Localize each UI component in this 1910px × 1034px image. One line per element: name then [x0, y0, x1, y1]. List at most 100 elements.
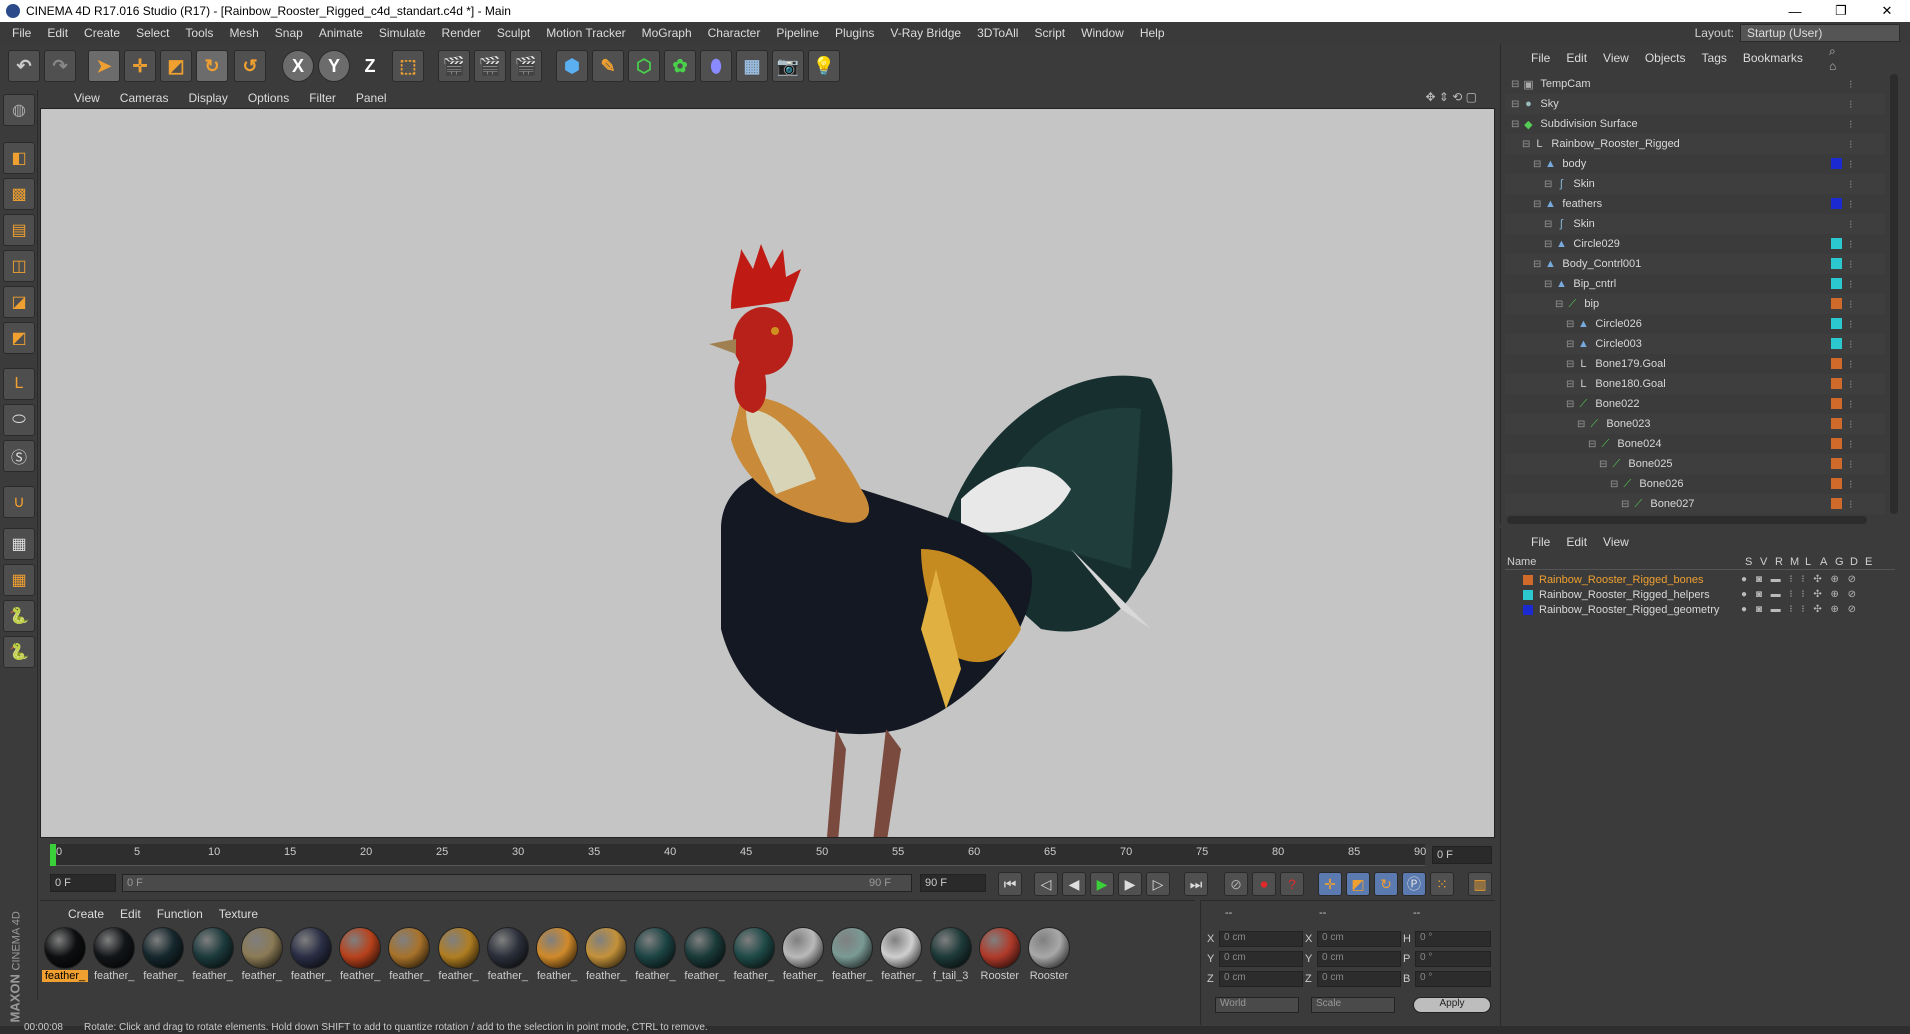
menu-render[interactable]: Render [434, 26, 489, 40]
layer-color-swatch[interactable] [1831, 378, 1842, 389]
menu-script[interactable]: Script [1026, 26, 1073, 40]
material-item[interactable]: feather_ [780, 927, 826, 982]
object-row[interactable]: ⊟ ʃ Skin ⁝ [1505, 174, 1885, 194]
material-menu-edit[interactable]: Edit [112, 907, 149, 921]
expand-toggle-icon[interactable]: ⊟ [1566, 319, 1574, 330]
visibility-dots-icon[interactable]: ⁝ [1849, 198, 1853, 211]
visibility-dots-icon[interactable]: ⁝ [1849, 218, 1853, 231]
prev-frame-button[interactable]: ◀ [1062, 872, 1086, 896]
autokey-button[interactable]: ⏺ [1252, 872, 1276, 896]
render-picture-viewer-button[interactable]: 🎬 [474, 50, 506, 82]
layer-row[interactable]: Rainbow_Rooster_Rigged_helpers ● ◙ ▬ ⁝ ⁝ … [1505, 587, 1885, 602]
object-name[interactable]: Bone023 [1606, 418, 1650, 430]
viewport-menu-display[interactable]: Display [178, 91, 237, 105]
coordinate-system-button[interactable]: ⬚ [392, 50, 424, 82]
object-row[interactable]: ⊟ ⟋ bip ⁝ [1505, 294, 1885, 314]
position-y-field[interactable]: 0 cm [1219, 951, 1303, 967]
expand-toggle-icon[interactable]: ⊟ [1566, 339, 1574, 350]
object-row[interactable]: ⊟ ⟋ Bone026 ⁝ [1505, 474, 1885, 494]
object-name[interactable]: Bone025 [1628, 458, 1672, 470]
layer-row[interactable]: Rainbow_Rooster_Rigged_bones ● ◙ ▬ ⁝ ⁝ ✣ … [1505, 572, 1885, 587]
menu-mograph[interactable]: MoGraph [634, 26, 700, 40]
object-row[interactable]: ⊟ ▲ Bip_cntrl ⁝ [1505, 274, 1885, 294]
prev-key-button[interactable]: ◁ [1034, 872, 1058, 896]
expand-toggle-icon[interactable]: ⊟ [1511, 99, 1519, 110]
object-row[interactable]: ⊟ ◆ Subdivision Surface ⁝ [1505, 114, 1885, 134]
object-name[interactable]: Subdivision Surface [1540, 118, 1637, 130]
record-active-button[interactable]: ⊘ [1224, 872, 1248, 896]
object-vertical-scrollbar[interactable] [1890, 74, 1898, 514]
axis-y-button[interactable]: Y [318, 50, 350, 82]
rotate-button[interactable]: ↻ [196, 50, 228, 82]
visibility-dots-icon[interactable]: ⁝ [1849, 458, 1853, 471]
object-row[interactable]: ⊟ ▲ Circle026 ⁝ [1505, 314, 1885, 334]
layer-menu-view[interactable]: View [1595, 535, 1637, 549]
model-mode-button[interactable]: ◧ [3, 142, 35, 174]
viewport-menu-panel[interactable]: Panel [346, 91, 397, 105]
layer-menu-file[interactable]: File [1523, 535, 1558, 549]
layer-color-swatch[interactable] [1831, 438, 1842, 449]
search-icon[interactable]: ⌕ ⌂ [1821, 44, 1844, 73]
object-name[interactable]: Bone027 [1650, 498, 1694, 510]
object-horizontal-scrollbar[interactable] [1507, 516, 1867, 524]
visibility-dots-icon[interactable]: ⁝ [1849, 278, 1853, 291]
axis-mode-button[interactable]: L [3, 368, 35, 400]
material-item[interactable]: feather_ [534, 927, 580, 982]
material-menu-create[interactable]: Create [60, 907, 112, 921]
viewport-menu-filter[interactable]: Filter [299, 91, 346, 105]
menu-motion-tracker[interactable]: Motion Tracker [538, 26, 633, 40]
visibility-dots-icon[interactable]: ⁝ [1849, 438, 1853, 451]
timeline-window-button[interactable]: ▥ [1468, 872, 1492, 896]
menu-mesh[interactable]: Mesh [221, 26, 266, 40]
visibility-dots-icon[interactable]: ⁝ [1849, 138, 1853, 151]
menu-character[interactable]: Character [700, 26, 769, 40]
object-row[interactable]: ⊟ ⟋ Bone027 ⁝ [1505, 494, 1885, 514]
minimize-button[interactable]: — [1772, 0, 1818, 22]
timeline-ruler[interactable]: 0 5 10 15 20 25 30 35 40 45 50 55 60 65 … [50, 844, 1426, 866]
range-slider[interactable]: 0 F 90 F [122, 874, 912, 892]
visibility-dots-icon[interactable]: ⁝ [1849, 258, 1853, 271]
scale-button[interactable]: ◩ [160, 50, 192, 82]
axis-x-button[interactable]: X [282, 50, 314, 82]
visibility-dots-icon[interactable]: ⁝ [1849, 398, 1853, 411]
object-name[interactable]: Bone024 [1617, 438, 1661, 450]
layer-color-swatch[interactable] [1831, 398, 1842, 409]
layer-color-swatch[interactable] [1831, 198, 1842, 209]
material-menu-texture[interactable]: Texture [211, 907, 266, 921]
planar-workplane-button[interactable]: ▦ [3, 564, 35, 596]
layer-color-swatch[interactable] [1831, 478, 1842, 489]
expand-toggle-icon[interactable]: ⊟ [1533, 159, 1541, 170]
next-frame-button[interactable]: ▶ [1118, 872, 1142, 896]
menu-file[interactable]: File [4, 26, 39, 40]
solo-button[interactable]: Ⓢ [3, 440, 35, 472]
expand-toggle-icon[interactable]: ⊟ [1599, 459, 1607, 470]
rotation-p-field[interactable]: 0 ° [1415, 951, 1491, 967]
visibility-dots-icon[interactable]: ⁝ [1849, 78, 1853, 91]
pen-button[interactable]: ✎ [592, 50, 624, 82]
expand-toggle-icon[interactable]: ⊟ [1511, 119, 1519, 130]
visibility-dots-icon[interactable]: ⁝ [1849, 338, 1853, 351]
subdivision-button[interactable]: ⬡ [628, 50, 660, 82]
deformer-button[interactable]: ⬮ [700, 50, 732, 82]
expand-toggle-icon[interactable]: ⊟ [1566, 399, 1574, 410]
menu-create[interactable]: Create [76, 26, 128, 40]
object-name[interactable]: Bone180.Goal [1595, 378, 1665, 390]
object-name[interactable]: Bone022 [1595, 398, 1639, 410]
viewport-menu-options[interactable]: Options [238, 91, 299, 105]
layer-name[interactable]: Rainbow_Rooster_Rigged_helpers [1539, 589, 1710, 601]
menu-vray-bridge[interactable]: V-Ray Bridge [882, 26, 969, 40]
object-row[interactable]: ⊟ ⟋ Bone024 ⁝ [1505, 434, 1885, 454]
visibility-dots-icon[interactable]: ⁝ [1849, 298, 1853, 311]
viewport-nav-icons[interactable]: ✥ ⇕ ⟲ ▢ [1415, 90, 1487, 104]
menu-edit[interactable]: Edit [39, 26, 76, 40]
texture-mode-button[interactable]: ▩ [3, 178, 35, 210]
points-mode-button[interactable]: ◫ [3, 250, 35, 282]
expand-toggle-icon[interactable]: ⊟ [1577, 419, 1585, 430]
object-name[interactable]: Bone026 [1639, 478, 1683, 490]
object-name[interactable]: Body_Contrl001 [1562, 258, 1641, 270]
layer-flag-icons[interactable]: ● ◙ ▬ ⁝ ⁝ ✣ ⊕ ⊘ [1741, 604, 1859, 615]
camera-button[interactable]: 📷 [772, 50, 804, 82]
object-row[interactable]: ⊟ ⟋ Bone023 ⁝ [1505, 414, 1885, 434]
expand-toggle-icon[interactable]: ⊟ [1544, 179, 1552, 190]
object-name[interactable]: Rainbow_Rooster_Rigged [1551, 138, 1679, 150]
